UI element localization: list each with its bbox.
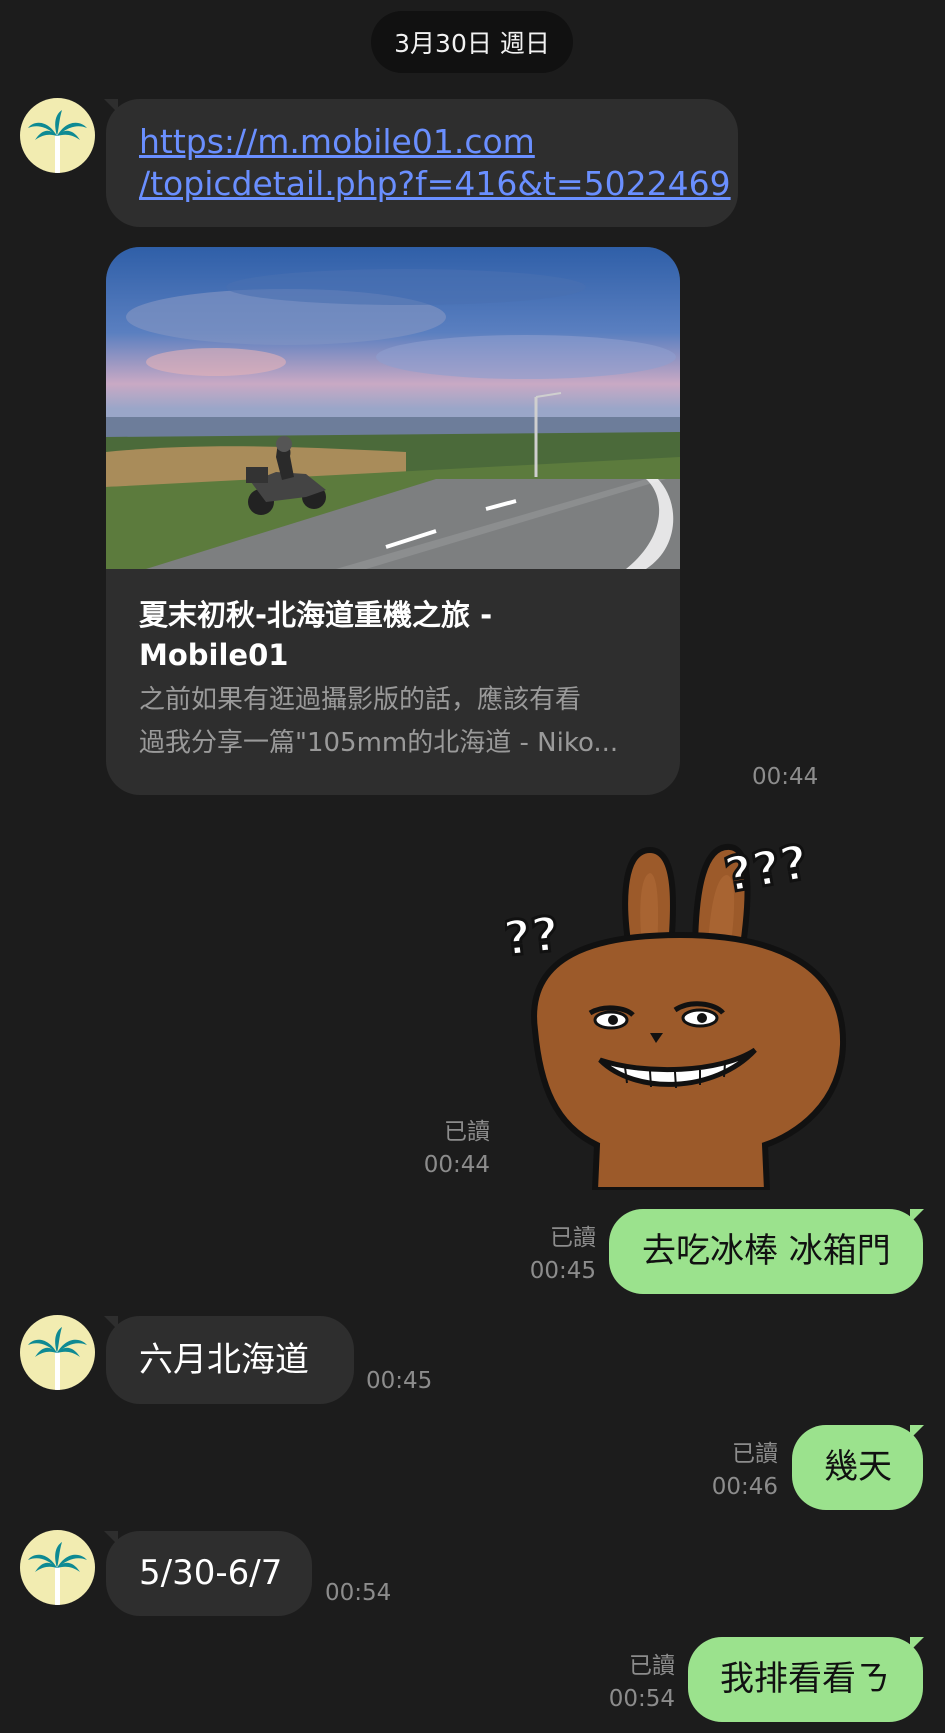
link-text-line2[interactable]: /topicdetail.php?f=416&t=5022469 xyxy=(139,162,731,205)
preview-description-line1: 之前如果有逛過攝影版的話，應該有看 xyxy=(139,685,582,715)
message-text: 六月北海道 xyxy=(139,1340,309,1380)
palm-tree-icon xyxy=(28,1327,87,1390)
message-time: 00:45 xyxy=(366,1368,433,1394)
link-preview-card[interactable]: 夏末初秋-北海道重機之旅 - Mobile01 之前如果有逛過攝影版的話，應該有… xyxy=(106,247,680,795)
outgoing-message-bubble[interactable]: 幾天 xyxy=(792,1425,923,1510)
bubble-tail xyxy=(910,1637,924,1651)
incoming-message-bubble[interactable]: 5/30-6/7 xyxy=(106,1531,312,1616)
date-separator: 3月30日 週日 xyxy=(371,11,573,73)
message-text: 5/30-6/7 xyxy=(139,1553,283,1593)
preview-image xyxy=(106,247,680,569)
palm-tree-icon xyxy=(28,1542,87,1605)
link-message-bubble[interactable]: https://m.mobile01.com /topicdetail.php?… xyxy=(106,99,738,227)
contact-avatar[interactable] xyxy=(20,1530,95,1605)
incoming-message-bubble[interactable]: 六月北海道 xyxy=(106,1316,354,1404)
bunny-sticker-icon[interactable]: ??? ??? xyxy=(472,833,905,1193)
sticker-text-left: ??? xyxy=(505,906,562,970)
bubble-tail xyxy=(910,1425,924,1439)
message-text: 去吃冰棒 冰箱門 xyxy=(642,1231,891,1271)
contact-avatar[interactable] xyxy=(20,98,95,173)
contact-avatar[interactable] xyxy=(20,1315,95,1390)
read-status: 已讀 xyxy=(550,1225,596,1251)
message-text: 我排看看ㄋ xyxy=(720,1659,890,1699)
read-status: 已讀 xyxy=(732,1441,778,1467)
outgoing-message-bubble[interactable]: 去吃冰棒 冰箱門 xyxy=(609,1209,923,1294)
message-time: 00:46 xyxy=(711,1474,778,1500)
message-time: 00:44 xyxy=(423,1152,490,1178)
message-text: 幾天 xyxy=(824,1447,892,1487)
read-status: 已讀 xyxy=(444,1119,490,1145)
sticker-text-right: ??? xyxy=(721,835,813,904)
message-time: 00:45 xyxy=(529,1258,596,1284)
preview-title: 夏末初秋-北海道重機之旅 - Mobile01 xyxy=(139,598,493,672)
link-text-line1[interactable]: https://m.mobile01.com xyxy=(139,120,535,163)
read-status: 已讀 xyxy=(629,1653,675,1679)
palm-tree-icon xyxy=(28,110,87,173)
message-time: 00:44 xyxy=(752,764,819,790)
preview-description-line2: 過我分享一篇"105mm的北海道 - Niko... xyxy=(139,728,619,758)
outgoing-message-bubble[interactable]: 我排看看ㄋ xyxy=(688,1637,923,1722)
message-time: 00:54 xyxy=(325,1580,392,1606)
bubble-tail xyxy=(910,1209,924,1223)
message-time: 00:54 xyxy=(608,1686,675,1712)
